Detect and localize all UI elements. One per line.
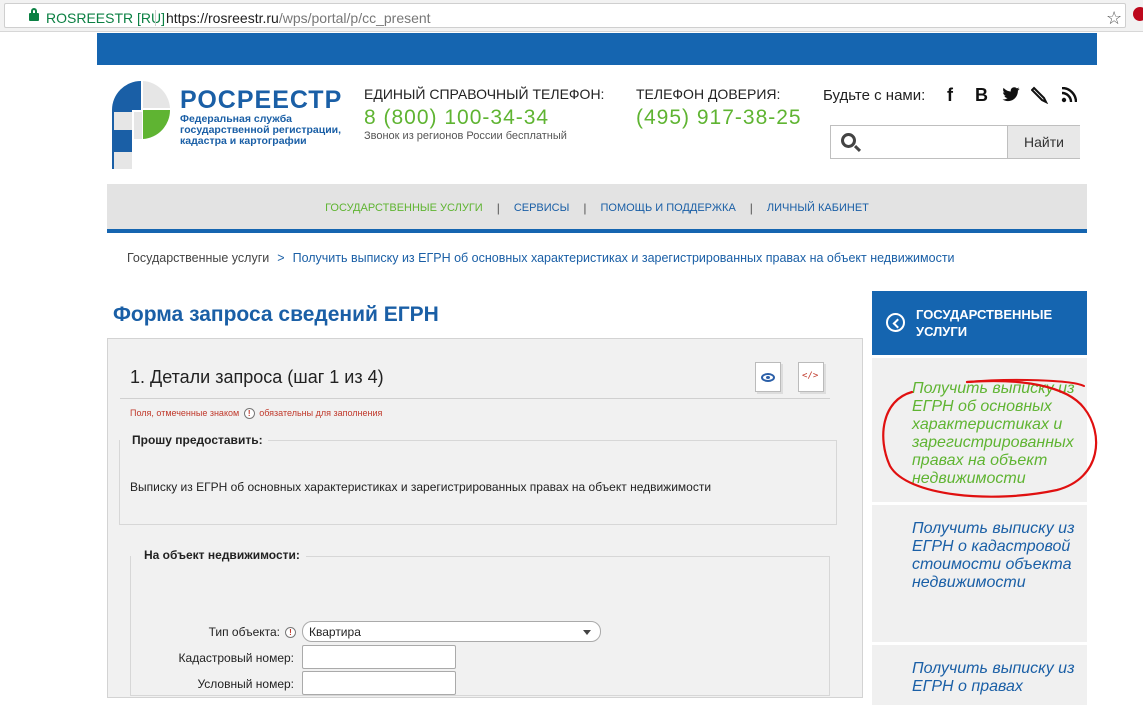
breadcrumb-arrow: > bbox=[277, 251, 285, 265]
browser-toolbar: ROSREESTR [RU] https://rosreestr.ru/wps/… bbox=[0, 0, 1143, 32]
nav-item-account[interactable]: ЛИЧНЫЙ КАБИНЕТ bbox=[767, 202, 869, 214]
rosreestr-logo-icon[interactable] bbox=[110, 79, 172, 171]
divider bbox=[120, 398, 830, 399]
object-type-label: Тип объекта: bbox=[208, 625, 280, 639]
pinterest-extension-icon[interactable] bbox=[1133, 7, 1143, 21]
search-input[interactable] bbox=[865, 130, 1003, 154]
livejournal-icon[interactable] bbox=[1031, 86, 1049, 104]
url-text[interactable]: https://rosreestr.ru/wps/portal/p/cc_pre… bbox=[166, 10, 431, 26]
trust-line-number[interactable]: (495) 917-38-25 bbox=[636, 106, 802, 130]
hotline-number[interactable]: 8 (800) 100-34-34 bbox=[364, 106, 549, 130]
nav-separator: | bbox=[496, 201, 500, 215]
eye-icon bbox=[761, 373, 775, 382]
fieldset-border bbox=[306, 556, 830, 557]
url-path: /wps/portal/p/cc_present bbox=[278, 10, 431, 26]
object-type-value: Квартира bbox=[309, 625, 361, 639]
sidebar-item-label: Получить выписку из ЕГРН о правах bbox=[912, 660, 1075, 695]
facebook-icon[interactable]: f bbox=[947, 85, 953, 106]
chevron-down-icon bbox=[583, 630, 591, 635]
sidebar-item-label: Получить выписку из ЕГРН о кадастровой с… bbox=[912, 520, 1075, 591]
fieldset-border bbox=[268, 440, 837, 441]
star-icon[interactable]: ☆ bbox=[1106, 8, 1122, 29]
nav-separator: | bbox=[583, 201, 587, 215]
address-separator bbox=[155, 10, 156, 26]
breadcrumb-current[interactable]: Получить выписку из ЕГРН об основных хар… bbox=[293, 251, 955, 265]
hotline-label: ЕДИНЫЙ СПРАВОЧНЫЙ ТЕЛЕФОН: bbox=[364, 86, 605, 102]
required-mark-icon: ! bbox=[285, 627, 296, 638]
xml-code-icon: </> bbox=[802, 371, 819, 381]
rss-icon[interactable] bbox=[1061, 87, 1077, 103]
red-annotation-circle bbox=[882, 378, 1098, 498]
required-mark-icon: ! bbox=[243, 408, 255, 420]
conditional-number-label: Условный номер: bbox=[197, 677, 294, 691]
step-title: 1. Детали запроса (шаг 1 из 4) bbox=[130, 367, 384, 387]
document-preview-icon[interactable] bbox=[755, 362, 781, 392]
breadcrumb: Государственные услуги > Получить выписку … bbox=[127, 251, 955, 265]
main-nav: ГОСУДАРСТВЕННЫЕ УСЛУГИ | СЕРВИСЫ | ПОМОЩЬ И … bbox=[107, 184, 1087, 233]
lock-icon bbox=[29, 8, 39, 21]
logo-title[interactable]: РОСРЕЕСТР bbox=[180, 86, 342, 115]
hotline-note: Звонок из регионов России бесплатный bbox=[364, 130, 567, 142]
request-type-legend: Прошу предоставить: bbox=[132, 433, 263, 447]
document-xml-icon[interactable]: </> bbox=[798, 362, 824, 392]
sidebar-item-rights[interactable]: Получить выписку из ЕГРН о правах bbox=[872, 645, 1087, 705]
nav-item-services[interactable]: СЕРВИСЫ bbox=[514, 202, 570, 214]
required-fields-note: Поля, отмеченные знаком ! обязательны дл… bbox=[130, 408, 383, 420]
search-button[interactable]: Найти bbox=[1007, 126, 1080, 158]
sidebar-item-cadastral-value[interactable]: Получить выписку из ЕГРН о кадастровой с… bbox=[872, 505, 1087, 642]
required-note-before: Поля, отмеченные знаком bbox=[130, 408, 240, 418]
site-identity[interactable]: ROSREESTR [RU] bbox=[46, 10, 165, 26]
search-icon bbox=[841, 133, 856, 148]
conditional-number-input[interactable] bbox=[302, 671, 456, 695]
page-title: Форма запроса сведений ЕГРН bbox=[113, 303, 439, 326]
twitter-icon[interactable] bbox=[1002, 87, 1020, 102]
cadastral-number-label: Кадастровый номер: bbox=[178, 651, 294, 665]
vkontakte-icon[interactable]: B bbox=[975, 85, 988, 106]
top-blue-bar bbox=[97, 33, 1097, 65]
logo-subtitle: Федеральная служба государственной регис… bbox=[180, 113, 342, 147]
nav-item-help[interactable]: ПОМОЩЬ И ПОДДЕРЖКА bbox=[600, 202, 735, 214]
nav-item-gov-services[interactable]: ГОСУДАРСТВЕННЫЕ УСЛУГИ bbox=[325, 202, 483, 214]
request-type-text: Выписку из ЕГРН об основных характеристи… bbox=[130, 480, 712, 494]
breadcrumb-root[interactable]: Государственные услуги bbox=[127, 251, 269, 265]
search-box: Найти bbox=[830, 125, 1080, 159]
required-note-after: обязательны для заполнения bbox=[259, 408, 383, 418]
nav-separator: | bbox=[749, 201, 753, 215]
object-legend: На объект недвижимости: bbox=[144, 548, 300, 562]
address-bar[interactable]: ROSREESTR [RU] https://rosreestr.ru/wps/… bbox=[4, 3, 1126, 28]
back-arrow-icon[interactable] bbox=[886, 313, 905, 332]
sidebar-header-label: ГОСУДАРСТВЕННЫЕ УСЛУГИ bbox=[916, 307, 1053, 339]
url-host: https://rosreestr.ru bbox=[166, 10, 279, 26]
sidebar-header[interactable]: ГОСУДАРСТВЕННЫЕ УСЛУГИ bbox=[872, 291, 1087, 355]
social-label: Будьте с нами: bbox=[823, 87, 926, 104]
cadastral-number-input[interactable] bbox=[302, 645, 456, 669]
trust-line-label: ТЕЛЕФОН ДОВЕРИЯ: bbox=[636, 86, 781, 102]
object-type-select[interactable]: Квартира bbox=[302, 621, 601, 642]
